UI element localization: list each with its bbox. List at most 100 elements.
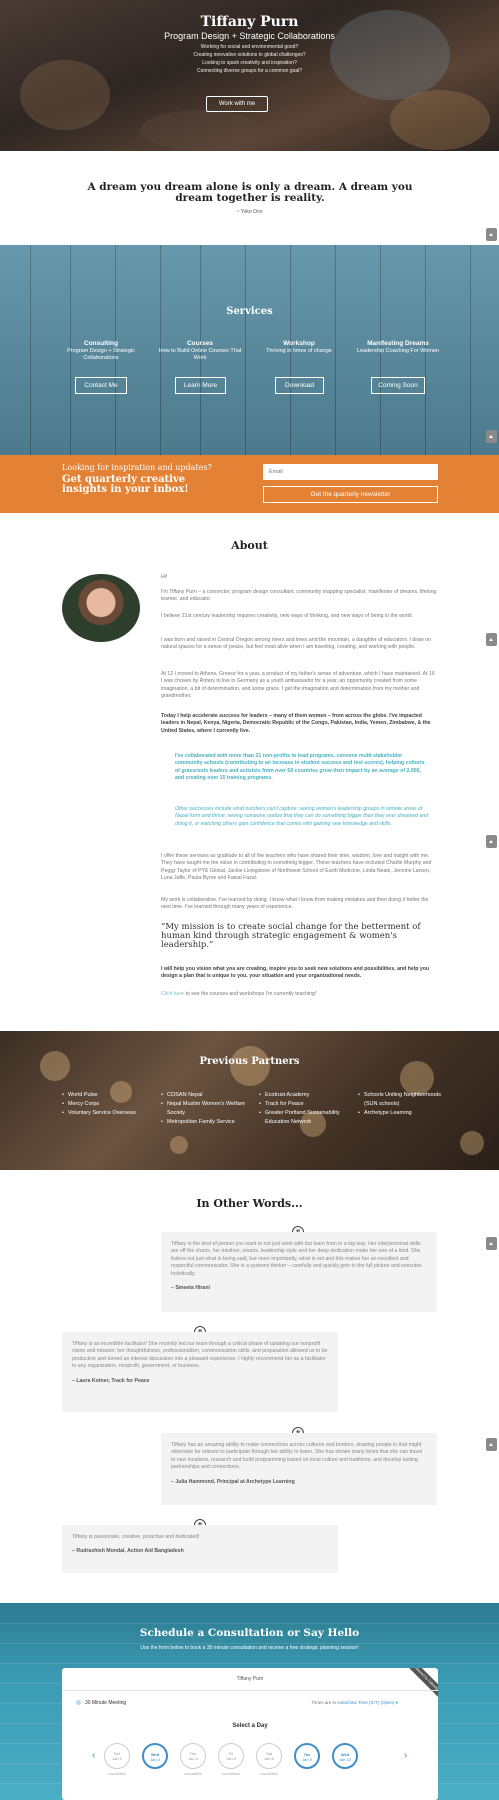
- hero-line: Looking to spark creativity and inspirat…: [202, 60, 297, 66]
- unavailable-label: unavailable: [222, 1772, 240, 1776]
- next-arrow-icon[interactable]: ›: [404, 1750, 407, 1761]
- day-button[interactable]: Fri Jan 5: [218, 1743, 244, 1769]
- testimonial-text: Tiffany has an amazing ability to make c…: [171, 1442, 423, 1471]
- testimonial-card: Tiffany is passionate, creative, proacti…: [62, 1525, 338, 1573]
- testimonial-text: Tiffany is the kind of person you want t…: [171, 1241, 422, 1277]
- day-button[interactable]: Thu Jan 4: [180, 1743, 206, 1769]
- day-date: Jan 6: [264, 1756, 274, 1761]
- service-heading: Manifesting Dreams: [367, 340, 429, 347]
- testimonial-author: – Smeeta Hirani: [171, 1285, 210, 1292]
- about-paragraph: Hi!: [161, 574, 168, 580]
- download-button[interactable]: Download: [275, 377, 324, 394]
- day-button[interactable]: Tue Jan 2: [104, 1743, 130, 1769]
- partners-title: Previous Partners: [199, 1056, 300, 1067]
- about-paragraph: I believe 21st century leadership requir…: [161, 613, 413, 619]
- partner-item: Nepal Muslim Women's Welfare Society: [161, 1100, 251, 1118]
- click-here-line: Click here to see the courses and worksh…: [161, 991, 437, 998]
- schedule-subtitle: Use the form below to book a 30 minute c…: [140, 1645, 359, 1651]
- day-date: Jan 10: [338, 1757, 351, 1762]
- partners-column: Ecotrust Academy Track for Peace Greater…: [259, 1091, 349, 1127]
- email-field[interactable]: [263, 464, 438, 480]
- partner-item: Schools Uniting Neighborhoods (SUN schoo…: [358, 1091, 448, 1109]
- scroll-top-icon[interactable]: [486, 835, 497, 848]
- day-date: Jan 9: [302, 1757, 312, 1762]
- testimonial-author: – Rudrashish Mondal, Action Aid Banglade…: [72, 1548, 184, 1555]
- about-paragraph: I was born and raised in Central Oregon …: [161, 637, 431, 651]
- divider: [62, 1690, 438, 1691]
- unavailable-label: unavailable: [108, 1772, 126, 1776]
- service-desc: Program Design + Strategic Collaboration…: [67, 348, 135, 361]
- about-paragraph: I offer these services as gratitude to a…: [161, 853, 432, 882]
- meeting-type: 30 Minute Meeting: [76, 1700, 126, 1706]
- select-day-label: Select a Day: [232, 1723, 268, 1729]
- newsletter-button[interactable]: Get the quarterly newsletter: [263, 486, 438, 503]
- about-highlight-italic: Other successes include what numbers can…: [175, 806, 429, 827]
- scroll-top-icon[interactable]: [486, 1237, 497, 1250]
- coming-soon-button[interactable]: Coming Soon: [371, 377, 425, 394]
- service-desc: Thriving in times of change: [266, 348, 332, 354]
- work-with-me-button[interactable]: Work with me: [206, 96, 268, 112]
- partner-item: Metropolitan Family Service: [161, 1118, 251, 1127]
- scroll-top-icon[interactable]: [486, 1438, 497, 1451]
- testimonials-title: In Other Words...: [196, 1197, 303, 1210]
- service-heading: Consulting: [84, 340, 118, 347]
- testimonial-author: – Julia Hammond, Principal at Archetype …: [171, 1478, 295, 1485]
- about-paragraph-bold: Today I help accelerate success for lead…: [161, 713, 431, 734]
- service-workshop: Workshop Thriving in times of change: [254, 340, 344, 355]
- day-button[interactable]: Wed Jan 10: [332, 1743, 358, 1769]
- service-courses: Courses How to Build Online Courses That…: [155, 340, 245, 361]
- partner-item: COSAN Nepal: [161, 1091, 251, 1100]
- about-highlight: I've collaborated with more than 21 non-…: [175, 753, 425, 782]
- unavailable-label: unavailable: [260, 1772, 278, 1776]
- avatar: [62, 574, 140, 642]
- partners-column: Schools Uniting Neighborhoods (SUN schoo…: [358, 1091, 448, 1118]
- scroll-top-icon[interactable]: [486, 228, 497, 241]
- hero-line: Creating innovative solutions to global …: [193, 52, 306, 58]
- hero-title: Tiffany Purn: [200, 14, 299, 30]
- day-date: Jan 2: [112, 1756, 122, 1761]
- prev-arrow-icon[interactable]: ‹: [92, 1750, 95, 1761]
- timezone-line: Times are in Indochina Time (ICT) (Open)…: [311, 1700, 398, 1706]
- testimonial-author: – Laura Kotner, Track for Peace: [72, 1377, 150, 1384]
- partner-item: Voluntary Service Overseas: [62, 1109, 152, 1118]
- timezone-select[interactable]: Indochina Time (ICT) (Open) ▾: [337, 1700, 398, 1705]
- testimonial-text: Tiffany is passionate, creative, proacti…: [72, 1534, 200, 1540]
- calendly-banner[interactable]: powered by Calendly: [405, 1668, 438, 1699]
- day-date: Jan 3: [150, 1757, 160, 1762]
- about-paragraph-bold: I will help you vision what you are crea…: [161, 966, 430, 980]
- service-manifesting-dreams: Manifesting Dreams Leadership Coaching F…: [353, 340, 443, 355]
- scroll-top-icon[interactable]: [486, 430, 497, 443]
- partner-item: Mercy Corps: [62, 1100, 152, 1109]
- service-consulting: Consulting Program Design + Strategic Co…: [56, 340, 146, 361]
- hero-line: Connecting diverse groups for a common g…: [196, 68, 303, 74]
- day-button[interactable]: Tue Jan 9: [294, 1743, 320, 1769]
- service-desc: How to Build Online Courses That Work: [158, 348, 242, 361]
- click-here-link[interactable]: Click here: [161, 991, 184, 997]
- partner-item: Greater Portland Sustainability Educatio…: [259, 1109, 349, 1127]
- about-paragraph: My work is collaborative. I've learned b…: [161, 897, 429, 911]
- service-desc: Leadership Coaching For Women: [356, 348, 440, 354]
- widget-owner-name: Tiffany Purn: [236, 1676, 264, 1682]
- partners-column: World Pulse Mercy Corps Voluntary Servic…: [62, 1091, 152, 1118]
- quote-author: ~ Yoko Ono: [236, 209, 263, 215]
- testimonial-card: Tiffany has an amazing ability to make c…: [161, 1433, 437, 1505]
- scroll-top-icon[interactable]: [486, 633, 497, 646]
- dream-quote: A dream you dream alone is only a dream.…: [87, 181, 413, 204]
- partner-item: Archetype Learning: [358, 1109, 448, 1118]
- day-date: Jan 4: [188, 1756, 198, 1761]
- about-paragraph: At 12 I moved to Athens, Greece for a ye…: [161, 671, 435, 700]
- hero-line: Working for social and environmental goo…: [200, 44, 299, 50]
- day-date: Jan 5: [226, 1756, 236, 1761]
- day-button[interactable]: Sat Jan 6: [256, 1743, 282, 1769]
- newsletter-question: Looking for inspiration and updates?: [62, 463, 212, 472]
- timezone-prefix: Times are in: [311, 1700, 338, 1705]
- newsletter-headline: Get quarterly creative insights in your …: [62, 474, 189, 495]
- testimonial-text: Tiffany is an incredible facilitator! Sh…: [72, 1341, 328, 1370]
- about-title: About: [231, 539, 268, 552]
- click-here-rest: to see the courses and workshops I'm cur…: [184, 991, 317, 997]
- day-button[interactable]: Wed Jan 3: [142, 1743, 168, 1769]
- learn-more-button[interactable]: Learn More: [175, 377, 226, 394]
- mission-quote: “My mission is to create social change f…: [161, 922, 421, 950]
- about-paragraph: I'm Tiffany Purn – a connector, program …: [161, 589, 437, 603]
- contact-me-button[interactable]: Contact Me: [75, 377, 127, 394]
